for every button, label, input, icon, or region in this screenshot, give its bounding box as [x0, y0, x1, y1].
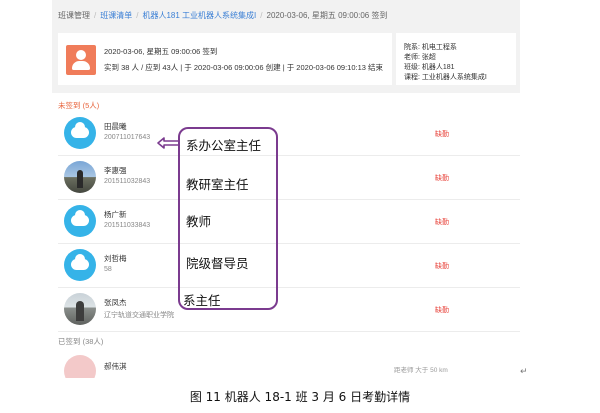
- breadcrumb-item-class[interactable]: 机器人181 工业机器人系统集成I: [142, 11, 256, 20]
- course-department: 院系: 机电工程系: [404, 44, 457, 51]
- list-item[interactable]: 张凤杰 辽宁轨道交通职业学院 缺勤: [58, 288, 520, 332]
- breadcrumb-item-course-list[interactable]: 班课清单: [100, 11, 132, 20]
- breadcrumb: 班课管理 / 班课清单 / 机器人181 工业机器人系统集成I/2020-03-06, …: [58, 11, 388, 20]
- cloud-avatar-icon: [64, 205, 96, 237]
- list-item[interactable]: 田晨曦 200711017643 缺勤: [58, 112, 520, 156]
- absent-section-header: 未签到 (5人): [58, 101, 100, 110]
- student-school: 辽宁轨道交通职业学院: [104, 312, 174, 319]
- attendance-list: 未签到 (5人) 田晨曦 200711017643 缺勤 李惠强 2015110…: [52, 93, 520, 378]
- teacher-avatar-icon: [66, 45, 96, 75]
- student-id: 58: [104, 266, 112, 273]
- attendance-detail-panel: 班课管理 / 班课清单 / 机器人181 工业机器人系统集成I/2020-03-06, …: [52, 0, 520, 378]
- student-id: 201511032843: [104, 178, 151, 185]
- cartoon-avatar: [64, 355, 96, 378]
- status-badge: 缺勤: [435, 131, 449, 138]
- list-item[interactable]: 李惠强 201511032843 缺勤: [58, 156, 520, 200]
- breadcrumb-item-current: 2020-03-06, 星期五 09:00:06 签到: [266, 11, 388, 20]
- role-label: 教研室主任: [186, 177, 249, 192]
- status-badge: 缺勤: [435, 175, 449, 182]
- student-id: 201511033843: [104, 222, 151, 229]
- course-teacher: 老师: 张超: [404, 54, 436, 61]
- list-item[interactable]: 杨广新 201511033843 缺勤: [58, 200, 520, 244]
- arrow-left-icon: [157, 137, 180, 149]
- status-badge: 缺勤: [435, 219, 449, 226]
- status-badge: 缺勤: [435, 263, 449, 270]
- list-item[interactable]: 刘哲梅 58 缺勤: [58, 244, 520, 288]
- cloud-avatar-icon: [64, 117, 96, 149]
- student-name: 李惠强: [104, 166, 127, 175]
- role-label: 院级督导员: [186, 256, 249, 271]
- student-name: 张凤杰: [104, 298, 127, 307]
- student-name: 杨广新: [104, 210, 127, 219]
- student-name: 刘哲梅: [104, 254, 127, 263]
- photo-avatar: [64, 293, 96, 325]
- role-label: 系办公室主任: [186, 138, 262, 153]
- role-label: 系主任: [183, 293, 221, 308]
- return-mark: ↵: [520, 366, 528, 376]
- course-info-card: 院系: 机电工程系 老师: 张超 班级: 机器人181 课程: 工业机器人系统集…: [396, 33, 516, 85]
- course-class: 班级: 机器人181: [404, 64, 455, 71]
- student-distance: 距老师 大于 50 km: [394, 367, 448, 374]
- present-section-header: 已签到 (38人): [58, 337, 104, 346]
- session-summary: 实到 38 人 / 应到 43人 | 于 2020-03-06 09:00:06…: [104, 63, 384, 72]
- photo-avatar: [64, 161, 96, 193]
- cloud-avatar-icon: [64, 249, 96, 281]
- list-item[interactable]: 郝伟淇 距老师 大于 50 km: [58, 351, 520, 378]
- session-datetime: 2020-03-06, 星期五 09:00:06 签到: [104, 47, 218, 56]
- figure-caption: 图 11 机器人 18-1 班 3 月 6 日考勤详情: [189, 390, 411, 404]
- student-name: 田晨曦: [104, 122, 127, 131]
- role-label: 教师: [186, 214, 212, 229]
- breadcrumb-item-course-management[interactable]: 班课管理: [58, 11, 90, 20]
- status-badge: 缺勤: [435, 307, 449, 314]
- student-id: 200711017643: [104, 134, 151, 141]
- session-info-card: 2020-03-06, 星期五 09:00:06 签到 实到 38 人 / 应到…: [58, 33, 392, 85]
- course-name: 课程: 工业机器人系统集成I: [404, 74, 487, 81]
- student-name: 郝伟淇: [104, 362, 127, 371]
